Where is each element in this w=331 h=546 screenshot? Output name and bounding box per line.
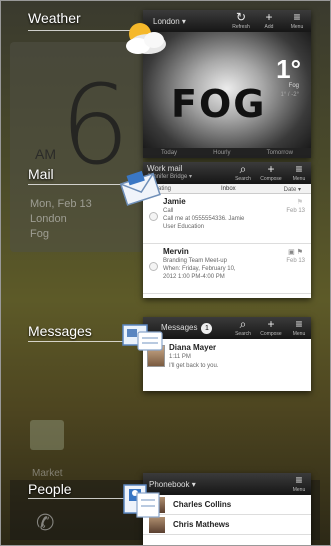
meeting-icon: ▣ ⚑ — [288, 249, 303, 256]
mail-sort[interactable]: Date ▾ — [284, 186, 301, 193]
market-label: Market — [32, 468, 63, 479]
mail-compose-button[interactable]: + Compose — [259, 162, 283, 183]
search-icon: ⌕ — [239, 317, 247, 331]
mail-folder: Inbox — [221, 186, 236, 192]
home-clock-am: AM — [35, 146, 56, 162]
mail-sender: Jamie — [163, 197, 186, 206]
menu-icon: ≡ — [293, 10, 301, 24]
weather-hi-lo: 1° / -2° — [280, 92, 299, 98]
mail-menu-button[interactable]: ≡ Menu — [287, 162, 311, 183]
messages-menu-button[interactable]: ≡ Menu — [287, 317, 311, 338]
home-clock-digit: 6 — [60, 61, 130, 189]
messages-widget-header: Messages 1 ⌕ Search + Compose ≡ Menu — [143, 317, 311, 339]
mail-preview-2: User Education — [163, 224, 205, 230]
mail-preview: Call me at 0555554336. Jamie — [163, 216, 245, 222]
plus-icon: + — [265, 10, 273, 24]
home-date: Mon, Feb 13 — [30, 198, 92, 210]
mail-subject: Call — [163, 208, 174, 214]
home-condition: Fog — [30, 228, 49, 240]
contact-name: Chris Mathews — [173, 520, 230, 529]
people-contact-card-icon — [123, 484, 160, 518]
mail-preview: When: Friday, February 10, — [163, 266, 236, 272]
messages-search-button[interactable]: ⌕ Search — [231, 317, 255, 338]
phone-icon[interactable]: ✆ — [36, 510, 54, 536]
mail-envelope-icon — [119, 170, 161, 206]
weather-widget-header: London ▾ ↻ Refresh + Add ≡ Menu — [143, 10, 311, 32]
messages-compose-button[interactable]: + Compose — [259, 317, 283, 338]
home-city: London — [30, 213, 67, 225]
message-time: 1:11 PM — [169, 354, 191, 360]
mail-read-indicator — [149, 262, 158, 271]
message-preview: I'll get back to you. — [169, 363, 219, 369]
home-date-block: Mon, Feb 13 London Fog — [30, 197, 92, 242]
weather-tab-hourly[interactable]: Hourly — [213, 150, 230, 156]
menu-icon: ≡ — [295, 162, 303, 176]
weather-tab-tomorrow[interactable]: Tomorrow — [267, 150, 293, 156]
mail-widget[interactable]: Work mail Jennifer Bridge ▾ ⌕ Search + C… — [143, 162, 311, 298]
refresh-icon: ↻ — [235, 10, 247, 24]
section-messages-label[interactable]: Messages — [28, 323, 92, 339]
weather-tabs: Today Hourly Tomorrow — [143, 148, 311, 158]
menu-icon: ≡ — [295, 473, 303, 487]
unread-badge: 1 — [201, 322, 213, 334]
mail-subject: Branding Team Meet-up — [163, 258, 227, 264]
plus-icon: + — [267, 162, 275, 176]
weather-menu-button[interactable]: ≡ Menu — [285, 10, 309, 31]
contact-list-item[interactable]: Chris Mathews — [143, 515, 311, 535]
message-thread-item[interactable]: Diana Mayer 1:11 PM I'll get back to you… — [143, 339, 311, 391]
mail-widget-header: Work mail Jennifer Bridge ▾ ⌕ Search + C… — [143, 162, 311, 184]
mail-subheader: Updating Inbox Date ▾ — [143, 184, 311, 194]
search-icon: ⌕ — [239, 162, 247, 176]
mail-preview-2: 2012 1:00 PM-4:00 PM — [163, 274, 225, 280]
flag-icon[interactable]: ⚑ — [297, 198, 303, 206]
section-weather-label[interactable]: Weather — [28, 10, 81, 26]
contact-list-item[interactable]: Charles Collins — [143, 495, 311, 515]
menu-icon: ≡ — [295, 317, 303, 331]
weather-condition: Fog — [288, 83, 299, 89]
mail-search-button[interactable]: ⌕ Search — [231, 162, 255, 183]
contact-name: Charles Collins — [173, 500, 232, 509]
people-widget-header: Phonebook ▾ ≡ Menu — [143, 473, 311, 495]
market-icon[interactable] — [30, 420, 64, 450]
weather-fog-image: FOG 1° Fog 1° / -2° Today Hourly Tomorro… — [143, 32, 311, 158]
messages-widget[interactable]: Messages 1 ⌕ Search + Compose ≡ Menu Dian… — [143, 317, 311, 391]
add-button[interactable]: + Add — [257, 10, 281, 31]
section-mail-label[interactable]: Mail — [28, 166, 54, 182]
section-people-label[interactable]: People — [28, 481, 72, 497]
refresh-button[interactable]: ↻ Refresh — [229, 10, 253, 31]
weather-cloud-icon — [126, 23, 166, 54]
people-menu-button[interactable]: ≡ Menu — [287, 473, 311, 494]
people-widget[interactable]: Phonebook ▾ ≡ Menu Charles Collins Chris… — [143, 473, 311, 546]
mail-sender: Mervin — [163, 247, 189, 256]
section-people-divider — [28, 498, 136, 499]
weather-tab-today[interactable]: Today — [161, 150, 177, 156]
mail-list-item[interactable]: Jamie Call Call me at 0555554336. Jamie … — [143, 194, 311, 244]
messages-bubble-icon — [122, 324, 163, 351]
weather-widget[interactable]: London ▾ ↻ Refresh + Add ≡ Menu FOG 1° F… — [143, 10, 311, 158]
plus-icon: + — [267, 317, 275, 331]
weather-temperature: 1° — [276, 54, 301, 84]
mail-list-item[interactable]: Mervin Branding Team Meet-up When: Frida… — [143, 244, 311, 294]
mail-date: Feb 13 — [286, 208, 305, 214]
message-sender: Diana Mayer — [169, 343, 217, 352]
mail-read-indicator — [149, 212, 158, 221]
weather-banner: FOG — [171, 82, 267, 126]
mail-date: Feb 13 — [286, 258, 305, 264]
